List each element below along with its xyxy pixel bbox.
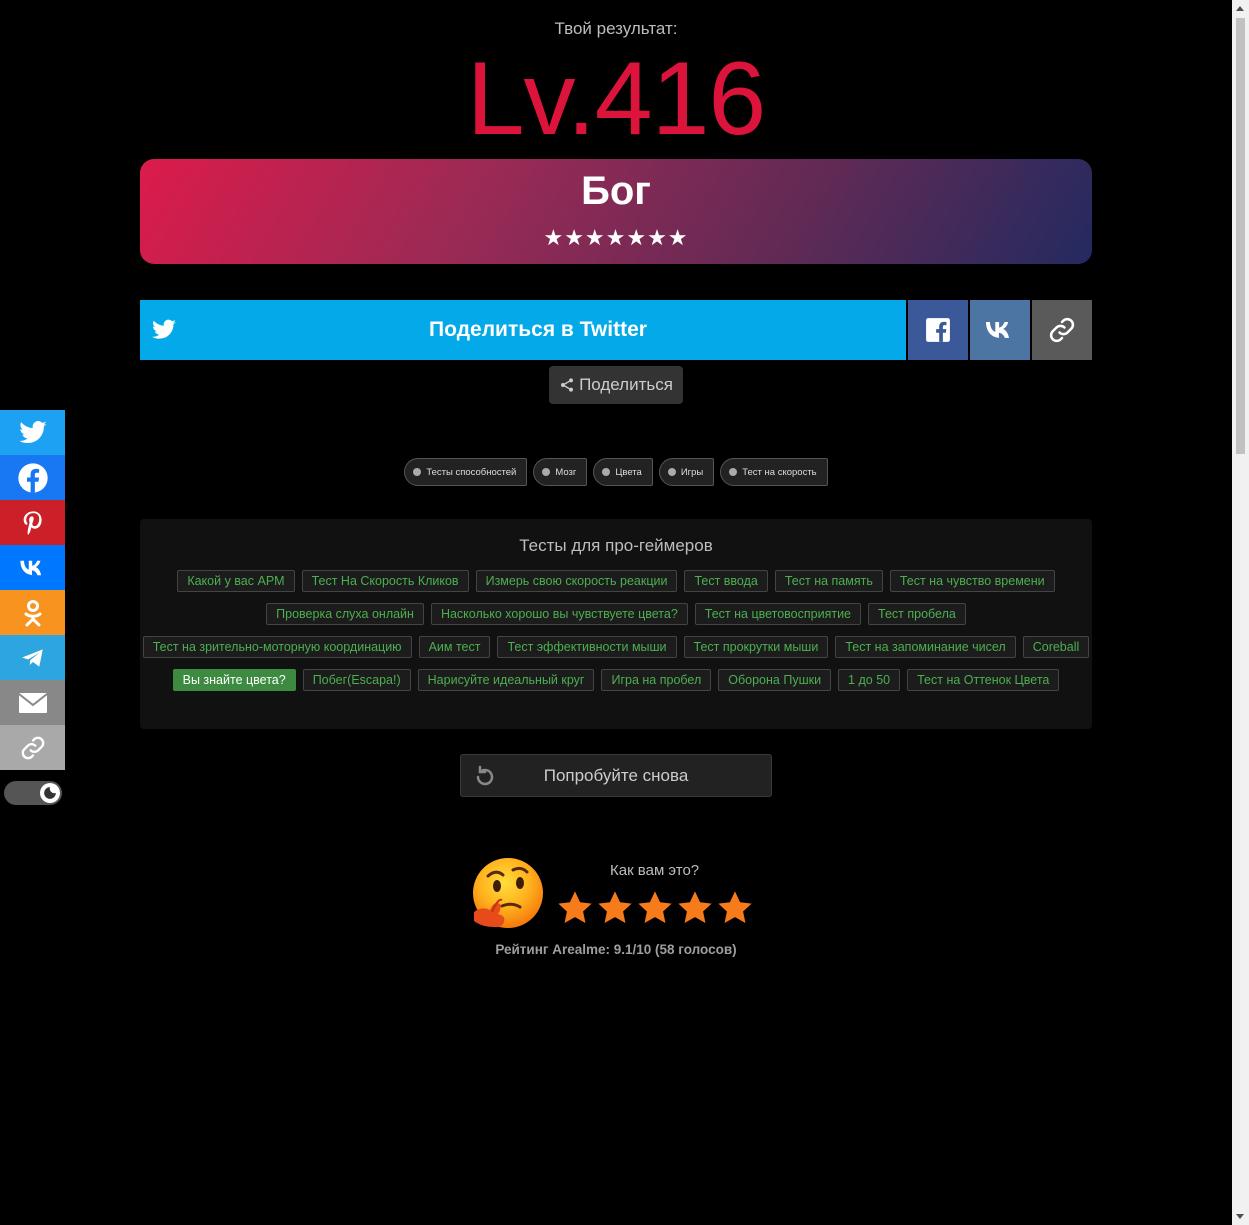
scroll-up-arrow-icon[interactable] xyxy=(1236,6,1244,11)
side-share-vk-button[interactable] xyxy=(0,545,65,590)
pro-tests-row: Проверка слуха онлайн Насколько хорошо вы… xyxy=(140,603,1092,625)
side-share-email-button[interactable] xyxy=(0,680,65,725)
rating-star-icon[interactable] xyxy=(596,889,634,927)
telegram-icon xyxy=(19,645,47,671)
pro-tests-row: Вы знайте цвета? Побег(Escapa!) Нарисуйте … xyxy=(140,669,1092,691)
tag-dot-icon xyxy=(729,468,738,476)
scrollbar[interactable] xyxy=(1232,0,1249,1225)
tag-dot-icon xyxy=(602,468,611,476)
retry-label: Попробуйте снова xyxy=(543,766,689,785)
rank-stars: ★★★★★★★ xyxy=(543,225,689,250)
result-label: Твой результат: xyxy=(554,19,678,38)
pro-tests-title: Тесты для про-геймеров xyxy=(519,536,713,555)
pro-test-link[interactable]: Тест на цветовосприятие xyxy=(694,603,862,625)
pro-test-link[interactable]: Coreball xyxy=(1022,636,1090,658)
pro-tests-panel: Тесты для про-геймеров Какой у вас APM Те… xyxy=(140,519,1092,729)
pro-test-link[interactable]: Тест На Скорость Кликов xyxy=(301,570,469,592)
share-facebook-button[interactable] xyxy=(908,300,968,360)
pro-test-link[interactable]: Аим тест xyxy=(418,636,491,658)
retry-button[interactable]: Попробуйте снова xyxy=(460,754,772,797)
share-twitter-button[interactable]: Поделиться в Twitter xyxy=(140,300,906,360)
copy-link-button[interactable] xyxy=(1032,300,1092,360)
category-tag[interactable]: Тесты способностей xyxy=(404,458,528,486)
share-vk-button[interactable] xyxy=(970,300,1030,360)
pro-test-link[interactable]: Побег(Escapa!) xyxy=(302,669,411,691)
share-twitter-label: Поделиться в Twitter xyxy=(429,318,647,341)
rank-card: Бог ★★★★★★★ xyxy=(140,159,1092,264)
moon-icon xyxy=(40,783,60,803)
side-share-bar xyxy=(0,410,65,770)
rating-question: Как вам это? xyxy=(610,862,700,879)
pro-test-link[interactable]: Проверка слуха онлайн xyxy=(266,603,424,625)
pro-test-link[interactable]: Тест прокрутки мыши xyxy=(683,636,829,658)
rating-stars[interactable] xyxy=(556,889,754,927)
scrollbar-thumb[interactable] xyxy=(1236,18,1245,454)
pro-test-link[interactable]: Тест на запоминание чисел xyxy=(835,636,1016,658)
scroll-down-arrow-icon[interactable] xyxy=(1236,1214,1244,1219)
rating-star-icon[interactable] xyxy=(716,889,754,927)
pro-test-link[interactable]: Тест пробела xyxy=(868,603,966,625)
pro-test-link[interactable]: Нарисуйте идеальный круг xyxy=(417,669,595,691)
facebook-icon xyxy=(926,318,950,342)
pro-test-link[interactable]: 1 до 50 xyxy=(838,669,901,691)
category-tags: Тесты способностей Мозг Цвета Игры Тест на с… xyxy=(0,458,1232,486)
category-tag[interactable]: Тест на скорость xyxy=(720,458,828,486)
pro-test-link[interactable]: Тест на Оттенок Цвета xyxy=(907,669,1060,691)
tag-dot-icon xyxy=(667,468,676,476)
pro-test-link[interactable]: Тест на зрительно-моторную координацию xyxy=(142,636,412,658)
page: Твой результат: Lv.416 Бог ★★★★★★★ Подел… xyxy=(0,0,1232,1225)
pro-test-link[interactable]: Игра на пробел xyxy=(601,669,712,691)
category-tag-label: Тест на скорость xyxy=(742,466,817,478)
pro-test-link[interactable]: Оборона Пушки xyxy=(718,669,832,691)
side-share-telegram-button[interactable] xyxy=(0,635,65,680)
pro-tests-row: Тест на зрительно-моторную координацию Аи… xyxy=(140,636,1092,658)
pro-tests-row: Какой у вас APM Тест На Скорость Кликов Из… xyxy=(140,570,1092,592)
pro-test-link[interactable]: Тест на память xyxy=(774,570,883,592)
thinking-face-icon xyxy=(473,858,543,928)
dark-mode-toggle[interactable] xyxy=(4,781,62,805)
facebook-icon xyxy=(17,462,49,494)
tag-dot-icon xyxy=(542,468,551,476)
side-share-odnoklassniki-button[interactable] xyxy=(0,590,65,635)
rating-summary: Рейтинг Arealme: 9.1/10 (58 голосов) xyxy=(495,942,737,957)
pro-test-link[interactable]: Насколько хорошо вы чувствуете цвета? xyxy=(430,603,688,625)
level-value: Lv.416 xyxy=(466,41,767,157)
side-share-twitter-button[interactable] xyxy=(0,410,65,455)
category-tag-label: Игры xyxy=(680,466,704,478)
share-label: Поделиться xyxy=(579,375,673,394)
rating-star-icon[interactable] xyxy=(676,889,714,927)
link-icon xyxy=(1049,317,1075,343)
twitter-icon xyxy=(18,418,48,448)
odnoklassniki-icon xyxy=(23,599,43,627)
pinterest-icon xyxy=(19,508,47,538)
pro-test-link[interactable]: Тест на чувство времени xyxy=(889,570,1055,592)
category-tag[interactable]: Цвета xyxy=(593,458,653,486)
share-button[interactable]: Поделиться xyxy=(549,366,683,404)
category-tag[interactable]: Игры xyxy=(658,458,715,486)
side-share-facebook-button[interactable] xyxy=(0,455,65,500)
side-share-pinterest-button[interactable] xyxy=(0,500,65,545)
pro-test-link[interactable]: Вы знайте цвета? xyxy=(172,669,296,691)
share-icon xyxy=(561,378,574,392)
tag-dot-icon xyxy=(413,468,422,476)
rating-star-icon[interactable] xyxy=(556,889,594,927)
pro-test-link[interactable]: Тест эффективности мыши xyxy=(497,636,677,658)
copy-link-icon xyxy=(19,734,47,762)
category-tag-label: Цвета xyxy=(615,466,642,478)
pro-test-link[interactable]: Какой у вас APM xyxy=(177,570,295,592)
rank-title: Бог xyxy=(581,169,651,213)
category-tag-label: Мозг xyxy=(555,466,577,478)
category-tag[interactable]: Мозг xyxy=(533,458,588,486)
vk-icon xyxy=(986,322,1009,338)
rating-star-icon[interactable] xyxy=(636,889,674,927)
side-share-copy-link-button[interactable] xyxy=(0,725,65,770)
pro-test-link[interactable]: Измерь свою скорость реакции xyxy=(475,570,678,592)
category-tag-label: Тесты способностей xyxy=(426,466,517,478)
vk-icon xyxy=(19,559,47,577)
pro-test-link[interactable]: Тест ввода xyxy=(684,570,768,592)
email-icon xyxy=(17,691,48,715)
